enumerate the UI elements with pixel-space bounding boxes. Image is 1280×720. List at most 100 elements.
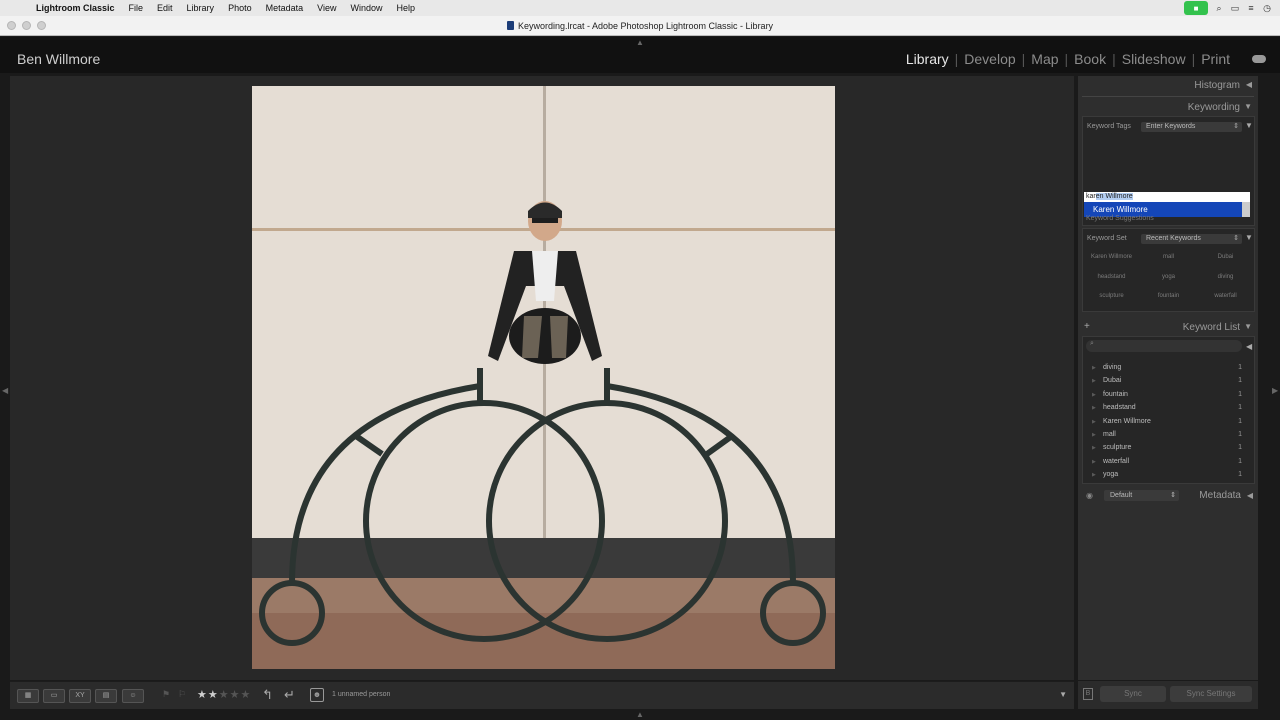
- module-slideshow[interactable]: Slideshow: [1122, 51, 1186, 67]
- keyword-set-label: Keyword Set: [1087, 235, 1127, 242]
- app-menu[interactable]: Lightroom Classic: [36, 3, 115, 13]
- keyword-list-item[interactable]: ▶ mall 1: [1088, 429, 1248, 442]
- star-rating[interactable]: ★★★★★: [197, 688, 251, 701]
- module-print[interactable]: Print: [1201, 51, 1230, 67]
- star-icon[interactable]: ★: [197, 689, 208, 701]
- keyword-set-item[interactable]: yoga: [1140, 274, 1197, 280]
- minimize-window-button[interactable]: [22, 21, 31, 30]
- menu-help[interactable]: Help: [397, 3, 416, 13]
- collapse-left-icon[interactable]: ◀: [1247, 491, 1253, 500]
- camera-status-icon[interactable]: ■: [1184, 1, 1208, 15]
- left-panel-toggle-icon[interactable]: ◀: [2, 386, 8, 395]
- keyword-set-item[interactable]: sculpture: [1083, 293, 1140, 299]
- module-library[interactable]: Library: [906, 51, 949, 67]
- menu-view[interactable]: View: [317, 3, 336, 13]
- keyword-set-item[interactable]: fountain: [1140, 293, 1197, 299]
- menu-metadata[interactable]: Metadata: [266, 3, 304, 13]
- expand-icon[interactable]: ▶: [1092, 432, 1096, 438]
- expand-down-icon[interactable]: ▼: [1244, 102, 1252, 111]
- module-book[interactable]: Book: [1074, 51, 1106, 67]
- menu-photo[interactable]: Photo: [228, 3, 252, 13]
- module-map[interactable]: Map: [1031, 51, 1058, 67]
- updown-icon: ⇕: [1233, 123, 1239, 130]
- histogram-header[interactable]: Histogram ◀: [1078, 76, 1258, 96]
- keyword-entry-input[interactable]: karen Willmore: [1084, 192, 1250, 202]
- survey-view-button[interactable]: ▤: [95, 689, 117, 703]
- menu-library[interactable]: Library: [187, 3, 215, 13]
- keyword-set-item[interactable]: Karen Willmore: [1083, 254, 1140, 260]
- keyword-list-item[interactable]: ▶ Karen Willmore 1: [1088, 416, 1248, 429]
- rotate-right-icon[interactable]: ↵: [284, 687, 295, 703]
- keyword-set-item[interactable]: mall: [1140, 254, 1197, 260]
- keyword-set-item[interactable]: diving: [1197, 274, 1254, 280]
- toolbar-options-icon[interactable]: ▼: [1059, 690, 1067, 699]
- keyword-tags-dropdown[interactable]: Enter Keywords ⇕: [1141, 122, 1242, 132]
- loupe-view-button[interactable]: ▭: [43, 689, 65, 703]
- keyword-set-item[interactable]: Dubai: [1197, 254, 1254, 260]
- close-window-button[interactable]: [7, 21, 16, 30]
- expand-down-icon[interactable]: ▼: [1244, 322, 1252, 331]
- disclosure-icon[interactable]: ▼: [1245, 121, 1253, 130]
- flag-reject-icon[interactable]: ⚐: [178, 689, 186, 700]
- keyword-list-item[interactable]: ▶ sculpture 1: [1088, 442, 1248, 455]
- autocomplete-scrollbar[interactable]: [1242, 202, 1250, 217]
- keyword-list-header[interactable]: + Keyword List ▼: [1078, 318, 1258, 338]
- disclosure-icon[interactable]: ▼: [1245, 233, 1253, 242]
- document-icon: [506, 21, 514, 30]
- keyword-filter-input[interactable]: ⌕: [1086, 340, 1242, 352]
- zoom-window-button[interactable]: [37, 21, 46, 30]
- right-panel-toggle-icon[interactable]: ▶: [1272, 386, 1278, 395]
- expand-icon[interactable]: ▶: [1092, 392, 1096, 398]
- keyword-list-item[interactable]: ▶ Dubai 1: [1088, 375, 1248, 388]
- cloud-sync-icon[interactable]: [1252, 55, 1266, 63]
- star-icon[interactable]: ★: [208, 689, 219, 701]
- clock-icon[interactable]: ◷: [1262, 3, 1272, 13]
- collapse-left-icon[interactable]: ◀: [1246, 342, 1252, 351]
- keyword-list-item[interactable]: ▶ diving 1: [1088, 362, 1248, 375]
- star-icon[interactable]: ★: [230, 689, 241, 701]
- expand-icon[interactable]: ▶: [1092, 459, 1096, 465]
- keyword-set-dropdown[interactable]: Recent Keywords ⇕: [1141, 234, 1242, 244]
- metadata-preset-dropdown[interactable]: Default ⇕: [1104, 490, 1179, 501]
- expand-icon[interactable]: ▶: [1092, 445, 1096, 451]
- filmstrip-toggle-icon[interactable]: ▲: [636, 710, 644, 719]
- menu-edit[interactable]: Edit: [157, 3, 173, 13]
- keyword-list-item[interactable]: ▶ fountain 1: [1088, 389, 1248, 402]
- star-icon[interactable]: ★: [219, 689, 230, 701]
- keyword-list-item[interactable]: ▶ waterfall 1: [1088, 456, 1248, 469]
- face-detection-icon[interactable]: ☻: [310, 688, 324, 702]
- keyword-count: 1: [1238, 457, 1242, 465]
- sync-button[interactable]: Sync: [1100, 686, 1166, 702]
- grid-view-button[interactable]: ▦: [17, 689, 39, 703]
- battery-icon[interactable]: ▭: [1230, 3, 1240, 13]
- people-view-button[interactable]: ☺: [122, 689, 144, 703]
- keyword-set-item[interactable]: waterfall: [1197, 293, 1254, 299]
- star-icon[interactable]: ★: [241, 689, 252, 701]
- collapse-left-icon[interactable]: ◀: [1246, 80, 1252, 89]
- keyword-list-item[interactable]: ▶ headstand 1: [1088, 402, 1248, 415]
- expand-icon[interactable]: ▶: [1092, 472, 1096, 478]
- eye-icon[interactable]: ◉: [1086, 491, 1093, 500]
- metadata-header[interactable]: ◉ Default ⇕ Metadata ◀: [1082, 488, 1255, 504]
- photo-preview[interactable]: [252, 86, 835, 669]
- sync-settings-button[interactable]: Sync Settings: [1170, 686, 1252, 702]
- expand-icon[interactable]: ▶: [1092, 419, 1096, 425]
- menu-window[interactable]: Window: [350, 3, 382, 13]
- module-separator: |: [1191, 51, 1196, 67]
- rotate-left-icon[interactable]: ↰: [262, 687, 273, 703]
- flag-pick-icon[interactable]: ⚑: [162, 689, 170, 700]
- expand-icon[interactable]: ▶: [1092, 405, 1096, 411]
- menu-file[interactable]: File: [129, 3, 144, 13]
- keywording-header[interactable]: Keywording ▼: [1078, 98, 1258, 118]
- search-icon[interactable]: ⌕: [1214, 3, 1224, 13]
- keyword-list-item[interactable]: ▶ yoga 1: [1088, 469, 1248, 482]
- compare-view-button[interactable]: XY: [69, 689, 91, 703]
- top-panel-toggle-icon[interactable]: ▲: [636, 38, 644, 47]
- add-keyword-icon[interactable]: +: [1084, 321, 1090, 332]
- expand-icon[interactable]: ▶: [1092, 365, 1096, 371]
- module-develop[interactable]: Develop: [964, 51, 1015, 67]
- auto-sync-icon[interactable]: B: [1083, 688, 1093, 700]
- keyword-set-item[interactable]: headstand: [1083, 274, 1140, 280]
- expand-icon[interactable]: ▶: [1092, 378, 1096, 384]
- control-center-icon[interactable]: ≡: [1246, 3, 1256, 13]
